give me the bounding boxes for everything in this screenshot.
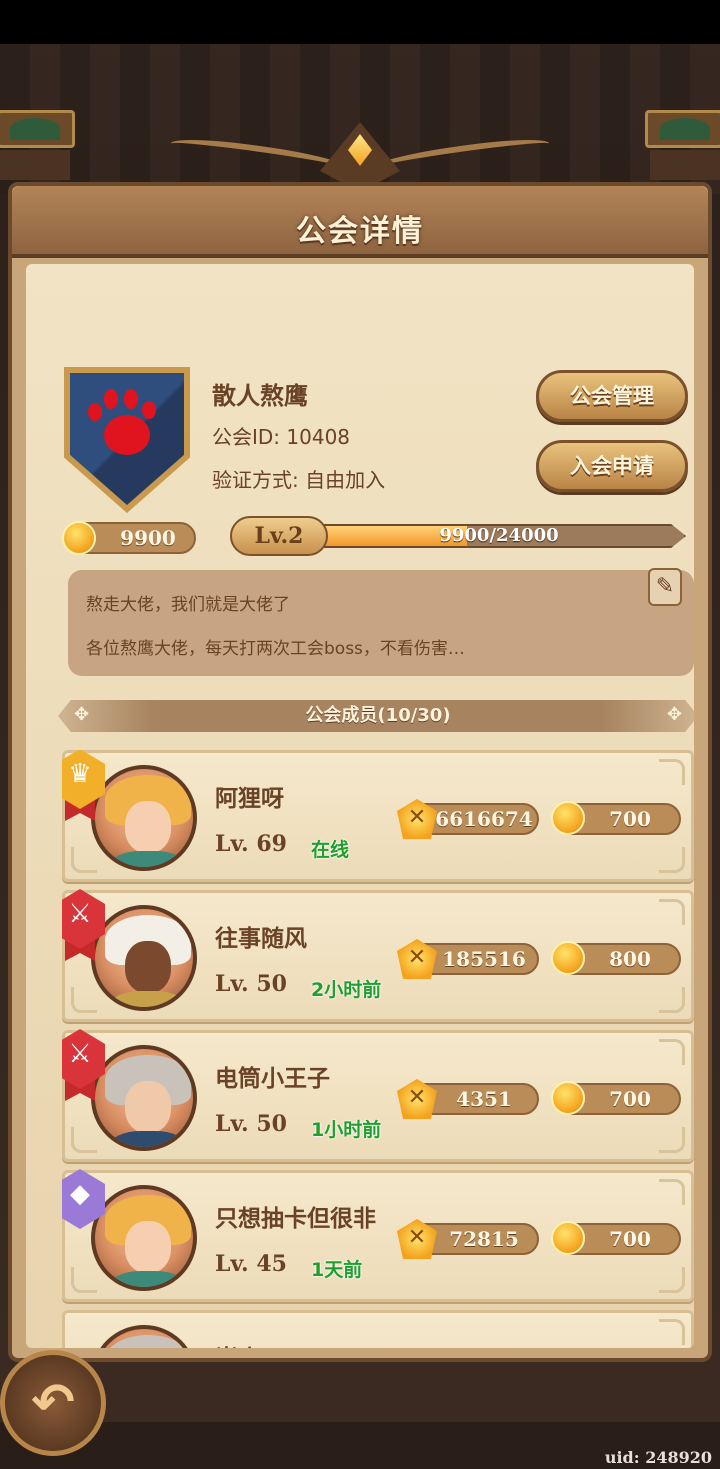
guild-name: 散人熬鹰: [212, 382, 308, 410]
member-name: 电筒小王子: [215, 1066, 330, 1092]
member-power-value: 72815: [449, 1227, 519, 1251]
card-corner-ornament: [659, 899, 685, 925]
card-corner-ornament: [659, 1127, 685, 1153]
user-id: uid: 248920: [604, 1448, 712, 1467]
member-last-online: 1小时前: [311, 1119, 382, 1141]
coin-icon: [551, 1221, 585, 1255]
member-card[interactable]: ◆ 只想抽卡但很非 Lv. 45 1天前 72815 700: [62, 1169, 694, 1302]
member-avatar[interactable]: [91, 1045, 197, 1151]
panel-body: 散人熬鹰 公会ID: 10408 验证方式: 自由加入 公会管理 入会申请 99…: [26, 264, 694, 1348]
member-level: Lv. 45: [215, 1251, 287, 1277]
member-contribution-value: 700: [609, 1227, 651, 1251]
member-name: 岩小天: [215, 1339, 284, 1348]
member-contribution: 700: [551, 1081, 681, 1115]
guild-funds-value: 9900: [120, 526, 176, 550]
rank-badge-icon: ♛: [62, 750, 105, 821]
member-name: 往事随风: [215, 926, 307, 952]
card-corner-ornament: [71, 1267, 97, 1293]
member-contribution-value: 800: [609, 947, 651, 971]
right-pillar-decoration: [640, 110, 720, 180]
member-list[interactable]: ♛ 阿狸呀 Lv. 69 在线 6616674 700 ⚔ 往事随风 Lv. 5…: [62, 750, 694, 1348]
rank-badge-icon: ⚔: [62, 1029, 105, 1101]
notice-line-2: 各位熬鹰大佬，每天打两次工会boss，不看伤害…: [86, 639, 465, 659]
guild-level-badge: Lv.2: [230, 516, 328, 556]
member-last-online: 2小时前: [311, 979, 382, 1001]
left-pillar-decoration: [0, 110, 80, 180]
coin-icon: [551, 801, 585, 835]
card-corner-ornament: [659, 847, 685, 873]
rank-badge-icon: ⚔: [62, 889, 105, 961]
member-level: Lv. 69: [215, 831, 287, 857]
member-card[interactable]: ♛ 阿狸呀 Lv. 69 在线 6616674 700: [62, 750, 694, 882]
member-power: 72815: [397, 1219, 539, 1259]
back-button[interactable]: ↶: [0, 1350, 106, 1456]
card-corner-ornament: [659, 759, 685, 785]
guild-xp-text: 9900/24000: [439, 525, 559, 546]
member-power: 4351: [397, 1079, 539, 1119]
guild-emblem: [64, 367, 190, 513]
member-avatar[interactable]: [91, 765, 197, 871]
join-requests-button[interactable]: 入会申请: [536, 440, 688, 492]
guild-id: 公会ID: 10408: [212, 425, 351, 449]
edit-notice-button[interactable]: ✎: [648, 568, 682, 606]
crossed-swords-icon: [397, 939, 437, 979]
coin-icon: [551, 1081, 585, 1115]
member-last-online: 在线: [311, 839, 350, 861]
card-corner-ornament: [659, 1319, 685, 1345]
quill-icon: ✎: [655, 574, 675, 599]
notice-line-1: 熬走大佬，我们就是大佬了: [86, 595, 290, 615]
status-bar: [0, 0, 720, 44]
page-title: 公会详情: [296, 214, 424, 249]
coin-icon: [62, 521, 96, 555]
crossed-swords-icon: [397, 1219, 437, 1259]
fleur-ornament-icon: ✥: [666, 704, 682, 725]
member-power-value: 185516: [442, 947, 526, 971]
member-contribution-value: 700: [609, 807, 651, 831]
guild-notice: 熬走大佬，我们就是大佬了 各位熬鹰大佬，每天打两次工会boss，不看伤害… ✎: [68, 568, 694, 676]
guild-verify-method: 验证方式: 自由加入: [212, 468, 386, 492]
card-corner-ornament: [659, 987, 685, 1013]
card-corner-ornament: [71, 987, 97, 1013]
members-count: 公会成员(10/30): [305, 705, 451, 726]
member-power-value: 6616674: [435, 807, 533, 831]
member-level: Lv. 50: [215, 1111, 287, 1137]
member-name: 阿狸呀: [215, 786, 284, 812]
rank-badge-icon: ◆: [62, 1169, 105, 1241]
member-power: 6616674: [397, 799, 539, 839]
red-paw-shield-icon: [70, 373, 184, 505]
member-avatar[interactable]: [91, 1325, 197, 1348]
member-level: Lv. 50: [215, 971, 287, 997]
coin-icon: [551, 941, 585, 975]
card-corner-ornament: [659, 1267, 685, 1293]
member-power: 185516: [397, 939, 539, 979]
member-avatar[interactable]: [91, 1185, 197, 1291]
crossed-swords-icon: [397, 799, 437, 839]
member-card[interactable]: ⚔ 往事随风 Lv. 50 2小时前 185516 800: [62, 889, 694, 1022]
member-contribution-value: 700: [609, 1087, 651, 1111]
member-card[interactable]: 岩小天 Lv. 50 2小时前 154348 350: [62, 1310, 694, 1348]
member-contribution: 700: [551, 801, 681, 835]
guild-manage-button[interactable]: 公会管理: [536, 370, 688, 422]
guild-funds: 9900: [62, 521, 196, 555]
back-arrow-icon: ↶: [31, 1373, 75, 1433]
member-contribution: 800: [551, 941, 681, 975]
card-corner-ornament: [659, 1179, 685, 1205]
member-power-value: 4351: [456, 1087, 512, 1111]
member-card[interactable]: ⚔ 电筒小王子 Lv. 50 1小时前 4351 700: [62, 1029, 694, 1162]
members-header: ✥ 公会成员(10/30) ✥: [58, 700, 694, 732]
member-last-online: 1天前: [311, 1259, 363, 1281]
card-corner-ornament: [71, 847, 97, 873]
panel-header: 公会详情: [12, 186, 708, 258]
member-name: 只想抽卡但很非: [215, 1206, 376, 1232]
card-corner-ornament: [659, 1039, 685, 1065]
card-corner-ornament: [71, 1127, 97, 1153]
guild-xp-bar: 9900/24000: [312, 524, 686, 548]
crossed-swords-icon: [397, 1079, 437, 1119]
member-avatar[interactable]: [91, 905, 197, 1011]
member-contribution: 700: [551, 1221, 681, 1255]
guild-detail-panel: 公会详情 散人熬鹰 公会ID: 10408 验证方式: 自由加入 公会管理 入会…: [8, 182, 712, 1362]
